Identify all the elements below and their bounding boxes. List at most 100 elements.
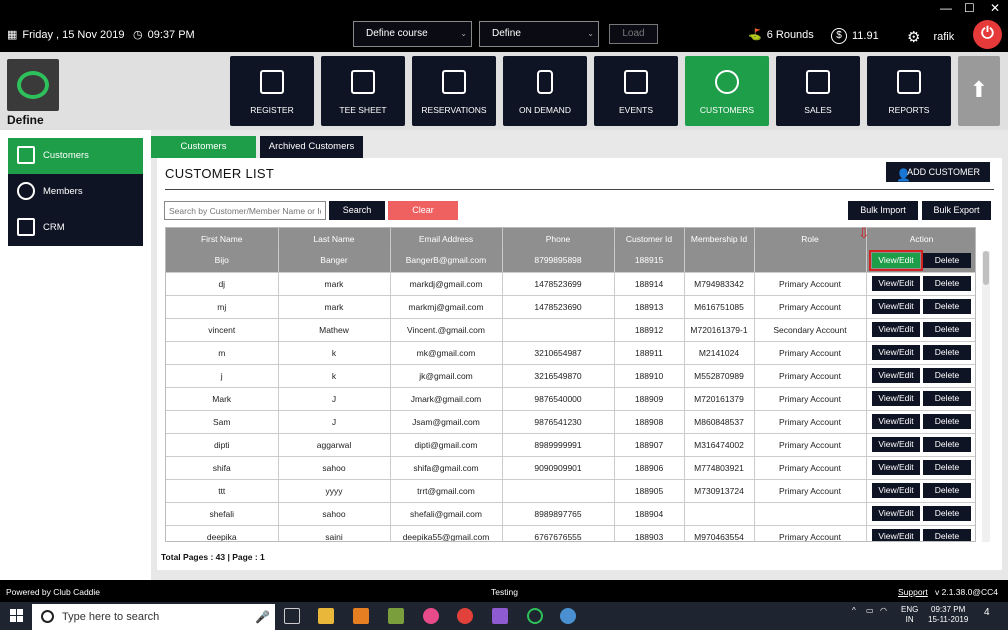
search-button[interactable]: Search bbox=[329, 201, 385, 220]
table-row[interactable]: deepika saini deepika55@gmail.com 676767655… bbox=[166, 525, 975, 541]
view-edit-button[interactable]: View/Edit bbox=[872, 437, 920, 452]
sublime-icon[interactable] bbox=[353, 608, 369, 624]
nav-reservations[interactable]: RESERVATIONS bbox=[412, 56, 496, 126]
column-header[interactable]: Customer Id bbox=[614, 228, 685, 249]
windows-start-icon[interactable] bbox=[10, 609, 24, 623]
table-row[interactable]: j k jk@gmail.com 3216549870 188910 M552870989… bbox=[166, 364, 975, 388]
view-edit-button[interactable]: View/Edit bbox=[872, 460, 920, 475]
view-edit-button[interactable]: View/Edit bbox=[872, 322, 920, 337]
add-customer-button[interactable]: 👤 ADD CUSTOMER bbox=[886, 162, 990, 182]
chrome-icon[interactable] bbox=[457, 608, 473, 624]
visual-studio-icon[interactable] bbox=[492, 608, 508, 624]
delete-button[interactable]: Delete bbox=[923, 506, 971, 521]
view-edit-button[interactable]: View/Edit bbox=[872, 299, 920, 314]
table-row[interactable]: vincent Mathew Vincent.@gmail.com 188912 M72… bbox=[166, 318, 975, 342]
table-row[interactable]: shifa sahoo shifa@gmail.com 9090909901 18890… bbox=[166, 456, 975, 480]
view-edit-button[interactable]: View/Edit bbox=[872, 483, 920, 498]
define-select[interactable]: Define ⌄ bbox=[479, 21, 599, 47]
nav-events[interactable]: EVENTS bbox=[594, 56, 678, 126]
delete-button[interactable]: Delete bbox=[923, 529, 971, 541]
table-row[interactable]: shefali sahoo shefali@gmail.com 8989897765 1… bbox=[166, 502, 975, 526]
minimize-button[interactable]: — bbox=[940, 1, 952, 15]
nav-sales[interactable]: SALES bbox=[776, 56, 860, 126]
action-cell: View/Edit Delete bbox=[866, 456, 975, 480]
delete-button[interactable]: Delete bbox=[923, 460, 971, 475]
table-row[interactable]: dipti aggarwal dipti@gmail.com 8989999991 18… bbox=[166, 433, 975, 457]
taskbar-search[interactable]: Type here to search 🎤 bbox=[32, 604, 275, 630]
table-row[interactable]: ttt yyyy trrt@gmail.com 188905 M730913724 Pri… bbox=[166, 479, 975, 503]
club-caddie-icon[interactable] bbox=[527, 608, 543, 624]
user-menu[interactable]: ⚙ rafik bbox=[907, 28, 954, 46]
table-row[interactable]: Sam J Jsam@gmail.com 9876541230 188908 M86084… bbox=[166, 410, 975, 434]
support-link[interactable]: Support bbox=[898, 587, 928, 597]
delete-button[interactable]: Delete bbox=[923, 414, 971, 429]
view-edit-button[interactable]: View/Edit bbox=[872, 276, 920, 291]
delete-button[interactable]: Delete bbox=[923, 345, 971, 360]
tab-archived-customers[interactable]: Archived Customers bbox=[260, 136, 363, 158]
course-select[interactable]: Define course ⌄ bbox=[353, 21, 472, 47]
column-header[interactable]: Role bbox=[754, 228, 867, 249]
task-view-icon[interactable] bbox=[284, 608, 300, 624]
paint-icon[interactable] bbox=[560, 608, 576, 624]
delete-button[interactable]: Delete bbox=[923, 368, 971, 383]
sidebar-item-crm[interactable]: CRM bbox=[8, 210, 143, 246]
table-row[interactable]: Mark J Jmark@gmail.com 9876540000 188909 M720… bbox=[166, 387, 975, 411]
column-header[interactable]: Last Name bbox=[278, 228, 391, 249]
view-edit-button[interactable]: View/Edit bbox=[872, 345, 920, 360]
table-cell: 188911 bbox=[614, 341, 685, 365]
nav-reports[interactable]: REPORTS bbox=[867, 56, 951, 126]
slack-icon[interactable] bbox=[423, 608, 439, 624]
app-icon[interactable] bbox=[388, 608, 404, 624]
column-header[interactable]: First Name bbox=[166, 228, 279, 249]
view-edit-button[interactable]: View/Edit bbox=[872, 368, 920, 383]
column-header[interactable]: Phone bbox=[502, 228, 615, 249]
view-edit-button[interactable]: View/Edit bbox=[872, 414, 920, 429]
balance-display[interactable]: $ 11.91 bbox=[831, 28, 879, 44]
power-icon[interactable]: ⏻ bbox=[973, 20, 1002, 49]
clear-button[interactable]: Clear bbox=[388, 201, 458, 220]
nav-register[interactable]: REGISTER bbox=[230, 56, 314, 126]
view-edit-button[interactable]: View/Edit bbox=[872, 391, 920, 406]
delete-button[interactable]: Delete bbox=[923, 276, 971, 291]
column-header[interactable]: Membership Id bbox=[684, 228, 755, 249]
view-edit-button[interactable]: View/Edit bbox=[872, 506, 920, 521]
chevron-up-icon[interactable]: ^ bbox=[852, 606, 856, 615]
arrow-up-icon[interactable]: ⬆ bbox=[958, 56, 1000, 126]
bulk-export-button[interactable]: Bulk Export bbox=[922, 201, 991, 220]
clock[interactable]: 09:37 PM 15-11-2019 bbox=[928, 605, 968, 625]
gear-icon[interactable]: ⚙ bbox=[907, 28, 920, 46]
delete-button[interactable]: Delete bbox=[923, 391, 971, 406]
bulk-import-button[interactable]: Bulk Import bbox=[848, 201, 918, 220]
delete-button[interactable]: Delete bbox=[923, 322, 971, 337]
scrollbar-thumb[interactable] bbox=[983, 251, 989, 285]
table-row[interactable]: dj mark markdj@gmail.com 1478523699 188914 M7… bbox=[166, 272, 975, 296]
nav-on-demand[interactable]: ON DEMAND bbox=[503, 56, 587, 126]
view-edit-button[interactable]: View/Edit bbox=[869, 249, 923, 271]
load-button[interactable]: Load bbox=[609, 24, 658, 44]
delete-button[interactable]: Delete bbox=[923, 299, 971, 314]
close-window-button[interactable]: ✕ bbox=[990, 1, 1000, 15]
sidebar-item-members[interactable]: Members bbox=[8, 174, 143, 210]
table-scrollbar[interactable] bbox=[982, 251, 990, 542]
table-row[interactable]: mj mark markmj@gmail.com 1478523690 188913 M6… bbox=[166, 295, 975, 319]
wifi-icon[interactable]: ◠ bbox=[880, 606, 887, 615]
rounds-display[interactable]: ⛳ 6 Rounds bbox=[748, 28, 814, 42]
maximize-button[interactable]: ☐ bbox=[964, 1, 975, 15]
table-row[interactable]: Bijo Banger BangerB@gmail.com 8799895898 188… bbox=[166, 249, 975, 273]
search-input[interactable] bbox=[164, 201, 326, 220]
delete-button[interactable]: Delete bbox=[923, 483, 971, 498]
view-edit-button[interactable]: View/Edit bbox=[872, 529, 920, 541]
language-indicator[interactable]: ENG IN bbox=[901, 605, 918, 625]
delete-button[interactable]: Delete bbox=[923, 437, 971, 452]
delete-button[interactable]: Delete bbox=[923, 252, 971, 268]
microphone-icon[interactable]: 🎤 bbox=[255, 610, 270, 624]
tab-customers[interactable]: Customers bbox=[151, 136, 256, 158]
column-header[interactable]: Email Address bbox=[390, 228, 503, 249]
file-explorer-icon[interactable] bbox=[318, 608, 334, 624]
nav-tee-sheet[interactable]: TEE SHEET bbox=[321, 56, 405, 126]
table-row[interactable]: m k mk@gmail.com 3210654987 188911 M2141024 Pr… bbox=[166, 341, 975, 365]
notification-icon[interactable]: 4 bbox=[984, 607, 990, 618]
network-icon[interactable]: ▭ bbox=[866, 606, 874, 615]
sidebar-item-customers[interactable]: Customers bbox=[8, 138, 143, 174]
nav-customers[interactable]: CUSTOMERS bbox=[685, 56, 769, 126]
